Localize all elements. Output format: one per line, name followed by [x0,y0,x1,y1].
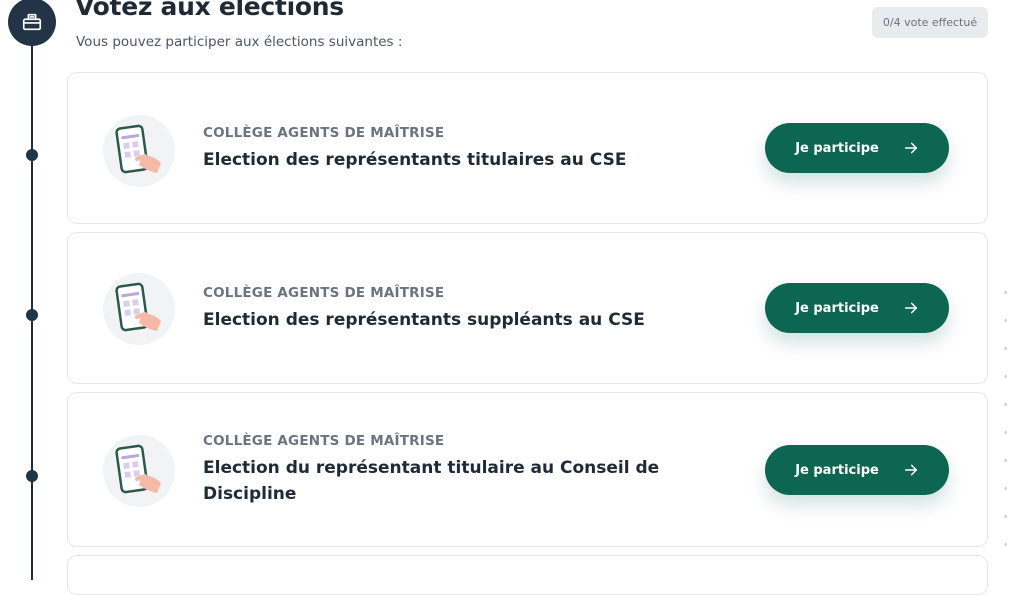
election-card: COLLÈGE AGENTS DE MAÎTRISE Election du r… [67,392,988,547]
phone-vote-icon [103,273,175,345]
election-title: Election des représentants suppléants au… [203,310,645,330]
election-title: Election des représentants titulaires au… [203,150,627,170]
participate-label: Je participe [795,140,879,156]
timeline-dot [26,149,38,161]
arrow-right-icon [904,302,917,314]
arrow-right-icon [904,464,917,476]
election-card: COLLÈGE AGENTS DE MAÎTRISE Election des … [67,72,988,224]
arrow-right-icon [904,142,917,154]
timeline-dot [26,309,38,321]
phone-vote-icon [103,115,175,187]
participate-button[interactable]: Je participe [765,445,949,495]
ballot-box-icon [22,13,42,31]
timeline-line [31,20,33,580]
timeline-dot [26,470,38,482]
participate-button[interactable]: Je participe [765,123,949,173]
page-title: Votez aux élections [75,0,344,21]
college-label: COLLÈGE AGENTS DE MAÎTRISE [203,433,445,449]
page-subtitle: Vous pouvez participer aux élections sui… [76,34,403,50]
participate-button[interactable]: Je participe [765,283,949,333]
vote-counter-badge: 0/4 vote effectué [872,7,988,38]
college-label: COLLÈGE AGENTS DE MAÎTRISE [203,285,445,301]
phone-vote-icon [103,435,175,507]
college-label: COLLÈGE AGENTS DE MAÎTRISE [203,125,445,141]
election-card: COLLÈGE AGENTS DE MAÎTRISE Election des … [67,232,988,384]
participate-label: Je participe [795,462,879,478]
section-badge [8,0,56,46]
participate-label: Je participe [795,300,879,316]
election-title: Election du représentant titulaire au Co… [203,458,660,504]
decorative-dots [1004,291,1007,546]
election-card [67,555,988,595]
